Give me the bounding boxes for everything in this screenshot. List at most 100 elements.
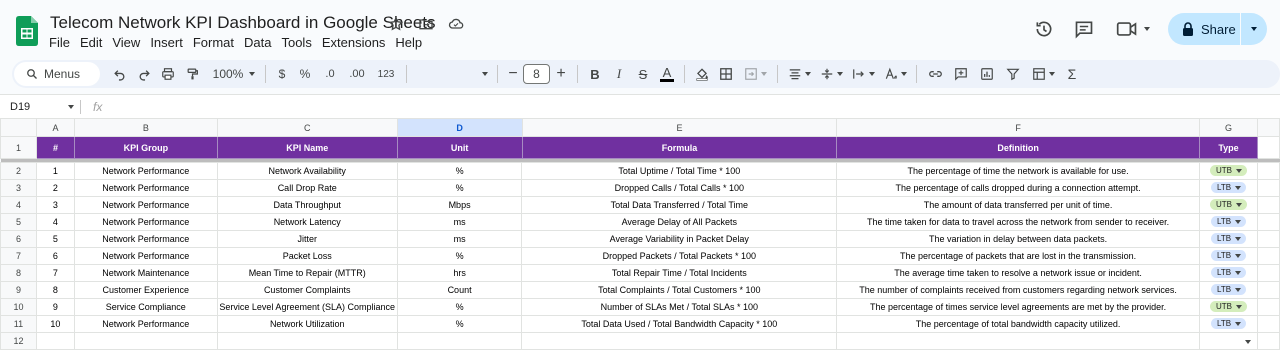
italic-icon[interactable]: I (607, 62, 631, 86)
cell-kpi-name[interactable]: Data Throughput (216, 195, 398, 214)
type-dropdown-chip[interactable]: LTB (1210, 182, 1247, 193)
cell-kpi-name[interactable]: Jitter (216, 229, 398, 248)
menu-view[interactable]: View (107, 35, 145, 50)
cell-definition[interactable]: The amount of data transferred per unit … (836, 195, 1201, 214)
grid-cell[interactable] (35, 331, 75, 350)
cell-unit[interactable]: Mbps (396, 195, 523, 214)
star-icon[interactable] (386, 14, 406, 34)
cell-unit[interactable]: % (396, 314, 523, 333)
type-dropdown-chip[interactable]: LTB (1210, 267, 1247, 278)
cell-definition[interactable]: The average time taken to resolve a netw… (836, 263, 1201, 282)
cell-unit[interactable]: ms (396, 229, 523, 248)
cell-definition[interactable]: The variation in delay between data pack… (836, 229, 1201, 248)
cell-number[interactable]: 2 (35, 178, 75, 197)
grid-cell[interactable] (1256, 280, 1280, 299)
font-family-select[interactable] (412, 62, 492, 86)
cell-number[interactable]: 9 (35, 297, 75, 316)
sheets-logo-icon[interactable] (16, 16, 38, 46)
column-header-d[interactable]: D (396, 118, 523, 137)
cell-kpi-group[interactable]: Network Performance (73, 161, 218, 180)
cell-number[interactable]: 8 (35, 280, 75, 299)
cell-kpi-name[interactable]: Call Drop Rate (216, 178, 398, 197)
cell-definition[interactable]: The percentage of time the network is av… (836, 161, 1201, 180)
grid-cell[interactable] (1256, 331, 1280, 350)
grid-cell[interactable] (1256, 212, 1280, 231)
decrease-font-size-button[interactable]: − (503, 62, 523, 86)
cell-type[interactable]: LTB (1199, 212, 1258, 231)
functions-icon[interactable]: Σ (1060, 62, 1084, 86)
column-header-h[interactable] (1256, 118, 1280, 137)
grid-cell[interactable] (1256, 136, 1280, 159)
cell-type[interactable]: LTB (1199, 280, 1258, 299)
type-dropdown-chip[interactable]: LTB (1210, 284, 1247, 295)
cell-formula[interactable]: Total Repair Time / Total Incidents (521, 263, 838, 282)
text-wrap-icon[interactable] (847, 62, 879, 86)
cell-type[interactable]: LTB (1199, 263, 1258, 282)
grid-cell[interactable] (73, 331, 218, 350)
text-color-icon[interactable]: A (655, 62, 679, 86)
cell-kpi-group[interactable]: Customer Experience (73, 280, 218, 299)
cell-unit[interactable]: % (396, 161, 523, 180)
bold-icon[interactable]: B (583, 62, 607, 86)
filter-views-icon[interactable] (1026, 62, 1060, 86)
comments-icon[interactable] (1074, 19, 1094, 44)
cloud-saved-icon[interactable] (446, 14, 466, 34)
cell-formula[interactable]: Average Delay of All Packets (521, 212, 838, 231)
undo-icon[interactable] (106, 62, 132, 86)
row-number[interactable]: 8 (0, 263, 37, 282)
insert-comment-icon[interactable] (948, 62, 974, 86)
type-dropdown-chip[interactable]: LTB (1210, 216, 1247, 227)
cell-unit[interactable]: hrs (396, 263, 523, 282)
grid-cell[interactable] (1256, 195, 1280, 214)
menu-help[interactable]: Help (390, 35, 427, 50)
cell-type[interactable]: LTB (1199, 246, 1258, 265)
cell-formula[interactable]: Number of SLAs Met / Total SLAs * 100 (521, 297, 838, 316)
format-percent-button[interactable]: % (293, 62, 317, 86)
header-cell-kpi-group[interactable]: KPI Group (73, 136, 218, 159)
zoom-select[interactable]: 100% (208, 62, 260, 86)
share-button[interactable]: Share (1168, 13, 1267, 45)
text-rotation-icon[interactable] (879, 62, 911, 86)
menu-format[interactable]: Format (188, 35, 239, 50)
cell-definition[interactable]: The percentage of total bandwidth capaci… (836, 314, 1201, 333)
cell-number[interactable]: 10 (35, 314, 75, 333)
grid-cell[interactable] (216, 331, 398, 350)
menu-file[interactable]: File (49, 35, 75, 50)
document-title[interactable]: Telecom Network KPI Dashboard in Google … (50, 13, 436, 33)
row-number[interactable]: 11 (0, 314, 37, 333)
cell-formula[interactable]: Total Data Used / Total Bandwidth Capaci… (521, 314, 838, 333)
header-cell-number[interactable]: # (35, 136, 75, 159)
cell-kpi-group[interactable]: Network Performance (73, 314, 218, 333)
name-box[interactable]: D19 (0, 95, 80, 119)
cell-kpi-name[interactable]: Packet Loss (216, 246, 398, 265)
cell-kpi-name[interactable]: Mean Time to Repair (MTTR) (216, 263, 398, 282)
select-all-corner[interactable] (0, 118, 37, 137)
column-header-e[interactable]: E (521, 118, 838, 137)
grid-cell[interactable] (396, 331, 523, 350)
cell-formula[interactable]: Dropped Calls / Total Calls * 100 (521, 178, 838, 197)
menu-edit[interactable]: Edit (75, 35, 107, 50)
cell-number[interactable]: 1 (35, 161, 75, 180)
grid-cell[interactable] (1256, 229, 1280, 248)
cell-kpi-name[interactable]: Customer Complaints (216, 280, 398, 299)
print-icon[interactable] (156, 62, 180, 86)
column-header-g[interactable]: G (1199, 118, 1258, 137)
filter-icon[interactable] (1000, 62, 1026, 86)
grid-cell[interactable] (1256, 297, 1280, 316)
search-menus[interactable]: Menus (14, 62, 100, 86)
menu-tools[interactable]: Tools (276, 35, 316, 50)
header-cell-formula[interactable]: Formula (521, 136, 838, 159)
cell-definition[interactable]: The number of complaints received from c… (836, 280, 1201, 299)
decrease-decimal-button[interactable]: .0 (317, 62, 343, 86)
paint-format-icon[interactable] (180, 62, 204, 86)
cell-unit[interactable]: ms (396, 212, 523, 231)
grid-cell[interactable] (836, 331, 1201, 350)
cell-unit[interactable]: % (396, 297, 523, 316)
grid-cell[interactable] (1199, 331, 1258, 350)
row-number[interactable]: 12 (0, 331, 37, 350)
grid-cell[interactable] (1256, 263, 1280, 282)
merge-cells-icon[interactable] (738, 62, 772, 86)
cell-formula[interactable]: Dropped Packets / Total Packets * 100 (521, 246, 838, 265)
cell-type[interactable]: LTB (1199, 178, 1258, 197)
type-dropdown-chip[interactable]: LTB (1210, 250, 1247, 261)
